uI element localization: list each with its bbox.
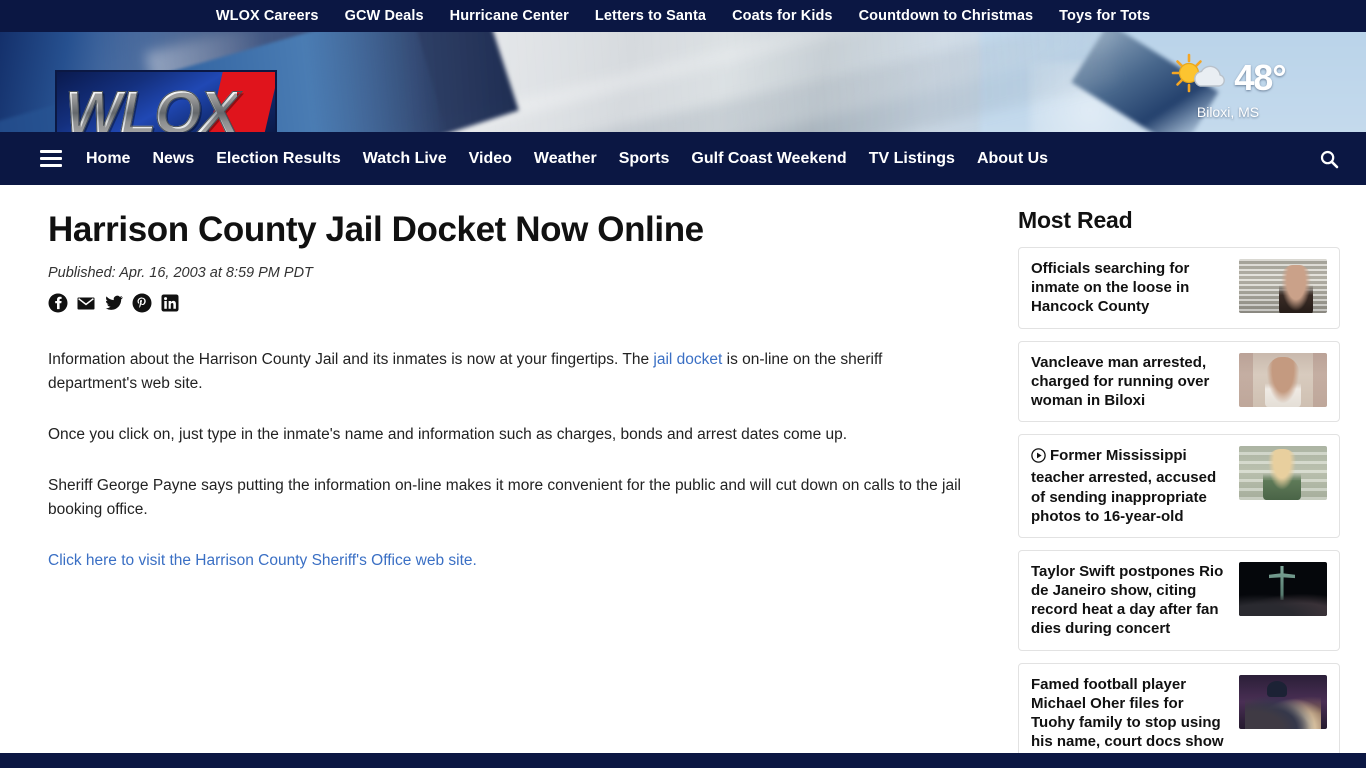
linkedin-icon[interactable] (160, 293, 180, 318)
hamburger-bar (40, 150, 62, 153)
banner-highlight-decoration-bottom (261, 32, 1119, 132)
publish-date: Published: Apr. 16, 2003 at 8:59 PM PDT (48, 265, 313, 282)
most-read-item-1-title: Officials searching for inmate on the lo… (1031, 260, 1190, 316)
weather-widget[interactable]: 48° Biloxi, MS (1138, 52, 1318, 120)
weather-location: Biloxi, MS (1196, 104, 1260, 120)
search-icon[interactable] (1312, 142, 1346, 176)
most-read-title: Most Read (1018, 207, 1133, 233)
article-paragraph-4: Click here to visit the Harrison County … (48, 549, 970, 573)
most-read-item-4[interactable]: Taylor Swift postpones Rio de Janeiro sh… (1018, 549, 1340, 651)
nav-item-about-us[interactable]: About Us (977, 150, 1048, 168)
weather-temperature: 48° (1234, 56, 1286, 98)
topbar-link-coats-for-kids[interactable]: Coats for Kids (732, 8, 833, 24)
page-content: Harrison County Jail Docket Now Online P… (0, 185, 1366, 764)
most-read-item-3-thumbnail (1239, 446, 1327, 501)
most-read-item-4-thumbnail (1239, 561, 1327, 616)
topbar-link-wlox-careers[interactable]: WLOX Careers (216, 8, 319, 24)
jail-docket-link[interactable]: jail docket (653, 351, 722, 368)
topbar-link-toys-for-tots[interactable]: Toys for Tots (1059, 8, 1150, 24)
share-bar (48, 293, 970, 318)
most-read-sidebar: Most Read Officials searching for inmate… (1010, 185, 1366, 764)
email-icon[interactable] (76, 293, 96, 318)
nav-item-tv-listings[interactable]: TV Listings (869, 150, 955, 168)
most-read-item-2-thumbnail (1239, 352, 1327, 407)
most-read-item-3-text: Former Mississippi teacher arrested, acc… (1031, 447, 1217, 525)
most-read-item-5[interactable]: Famed football player Michael Oher files… (1018, 662, 1340, 764)
nav-item-news[interactable]: News (152, 150, 194, 168)
weather-row: 48° (1138, 52, 1318, 103)
nav-item-gulf-coast-weekend[interactable]: Gulf Coast Weekend (691, 150, 846, 168)
article-paragraph-1: Information about the Harrison County Ja… (48, 348, 970, 396)
hamburger-bar (40, 164, 62, 167)
most-read-item-1[interactable]: Officials searching for inmate on the lo… (1018, 247, 1340, 329)
nav-item-sports[interactable]: Sports (619, 150, 670, 168)
nav-item-home[interactable]: Home (86, 150, 130, 168)
banner-shadow-decoration (302, 32, 1118, 132)
most-read-item-3[interactable]: Former Mississippi teacher arrested, acc… (1018, 434, 1340, 538)
hamburger-bar (40, 157, 62, 160)
banner-highlight-decoration-top (145, 32, 1055, 132)
topbar-link-countdown-to-christmas[interactable]: Countdown to Christmas (859, 8, 1034, 24)
paragraph-1-text-before: Information about the Harrison County Ja… (48, 351, 654, 369)
main-navigation: Home News Election Results Watch Live Vi… (0, 132, 1366, 185)
most-read-item-5-thumbnail (1239, 674, 1327, 729)
pinterest-icon[interactable] (132, 293, 152, 318)
hamburger-icon[interactable] (40, 150, 62, 167)
topbar-link-gcw-deals[interactable]: GCW Deals (345, 8, 424, 24)
nav-item-election-results[interactable]: Election Results (216, 150, 340, 168)
nav-item-weather[interactable]: Weather (534, 150, 597, 168)
wlox-logo[interactable]: WLOX (55, 70, 277, 132)
facebook-icon[interactable] (48, 293, 68, 318)
top-utility-bar: WLOX Careers GCW Deals Hurricane Center … (0, 0, 1366, 32)
play-circle-icon (1031, 448, 1046, 468)
nav-item-watch-live[interactable]: Watch Live (363, 150, 447, 168)
most-read-item-5-title: Famed football player Michael Oher files… (1031, 675, 1224, 751)
sun-behind-cloud-icon (1170, 52, 1226, 103)
twitter-icon[interactable] (104, 293, 124, 318)
most-read-item-2[interactable]: Vancleave man arrested, charged for runn… (1018, 340, 1340, 423)
topbar-link-hurricane-center[interactable]: Hurricane Center (450, 8, 569, 24)
sheriff-office-website-link[interactable]: Click here to visit the Harrison County … (48, 552, 477, 569)
logo-text: WLOX (65, 76, 240, 133)
site-masthead-banner: WLOX 48° Biloxi, MS (0, 32, 1366, 132)
nav-item-video[interactable]: Video (469, 150, 512, 168)
site-footer-bar (0, 753, 1366, 768)
article-paragraph-3: Sheriff George Payne says putting the in… (48, 477, 961, 519)
page-title: Harrison County Jail Docket Now Online (48, 210, 704, 249)
most-read-item-2-title: Vancleave man arrested, charged for runn… (1031, 353, 1210, 409)
article-column: Harrison County Jail Docket Now Online P… (0, 185, 1010, 754)
article-paragraph-2: Once you click on, just type in the inma… (48, 426, 848, 444)
most-read-item-3-title: Former Mississippi teacher arrested, acc… (1031, 446, 1229, 526)
most-read-item-4-title: Taylor Swift postpones Rio de Janeiro sh… (1031, 562, 1224, 638)
most-read-item-1-thumbnail (1239, 259, 1327, 313)
topbar-link-letters-to-santa[interactable]: Letters to Santa (595, 8, 706, 24)
